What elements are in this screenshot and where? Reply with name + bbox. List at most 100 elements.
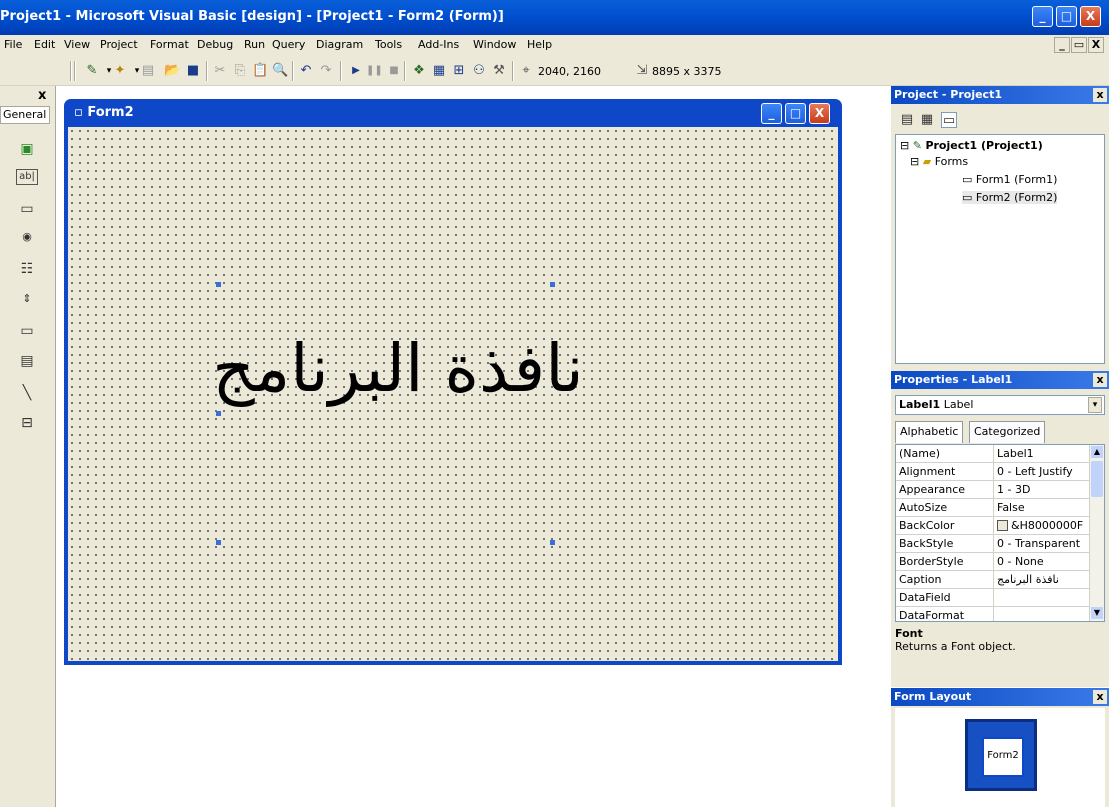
minimize-button[interactable]: _ bbox=[1032, 6, 1053, 27]
listbox-tool-icon[interactable]: ☷ bbox=[16, 258, 38, 280]
textbox-tool-icon[interactable]: ab| bbox=[16, 169, 38, 185]
properties-grid[interactable]: (Name) Label1 Alignment 0 - Left Justify A… bbox=[895, 444, 1105, 622]
properties-scrollbar[interactable]: ▲ ▼ bbox=[1089, 445, 1104, 621]
end-icon[interactable]: ■ bbox=[386, 63, 402, 79]
property-row[interactable]: Caption نافذة البرنامج bbox=[896, 571, 1090, 589]
property-value[interactable]: &H8000000F bbox=[997, 517, 1090, 534]
line-tool-icon[interactable]: ╲ bbox=[16, 382, 38, 404]
object-selector[interactable]: Label1 Label ▾ bbox=[895, 395, 1105, 415]
chevron-down-icon[interactable]: ▾ bbox=[1088, 397, 1102, 413]
redo-icon[interactable]: ↷ bbox=[318, 63, 334, 79]
property-value[interactable]: نافذة البرنامج bbox=[997, 571, 1090, 588]
cut-icon[interactable]: ✂ bbox=[212, 63, 228, 79]
menu-query[interactable]: Query bbox=[272, 38, 305, 51]
property-value[interactable] bbox=[997, 607, 1090, 621]
toolbar-separator bbox=[404, 61, 406, 81]
project-explorer-icon[interactable]: ❖ bbox=[411, 63, 427, 79]
tab-alphabetic[interactable]: Alphabetic bbox=[895, 421, 964, 443]
optionbutton-tool-icon[interactable]: ◉ bbox=[16, 226, 38, 248]
property-value[interactable]: 0 - Transparent bbox=[997, 535, 1090, 552]
object-browser-icon[interactable]: ⚇ bbox=[471, 63, 487, 79]
menu-add-ins[interactable]: Add-Ins bbox=[418, 38, 459, 51]
properties-panel-close-button[interactable]: x bbox=[1093, 373, 1107, 387]
start-icon[interactable]: ▶ bbox=[348, 63, 364, 79]
form2-design-surface[interactable]: نافذة البرنامج bbox=[68, 127, 838, 661]
property-row[interactable]: Appearance 1 - 3D bbox=[896, 481, 1090, 499]
save-project-icon[interactable]: ■ bbox=[185, 63, 201, 79]
menu-diagram[interactable]: Diagram bbox=[316, 38, 363, 51]
property-value[interactable]: 0 - None bbox=[997, 553, 1090, 570]
toolbox-tab-general[interactable]: General bbox=[0, 106, 50, 124]
tree-item-form1[interactable]: ▭ Form1 (Form1) bbox=[962, 173, 1057, 186]
property-row[interactable]: BackColor &H8000000F bbox=[896, 517, 1090, 535]
property-value[interactable]: False bbox=[997, 499, 1090, 516]
menu-file[interactable]: File bbox=[4, 38, 22, 51]
property-row[interactable]: (Name) Label1 bbox=[896, 445, 1090, 463]
form-layout-preview[interactable]: Form2 bbox=[982, 737, 1024, 777]
add-form-icon[interactable]: ✦ bbox=[112, 63, 128, 79]
property-row[interactable]: BorderStyle 0 - None bbox=[896, 553, 1090, 571]
property-row[interactable]: DataFormat bbox=[896, 607, 1090, 621]
form-layout-icon[interactable]: ⊞ bbox=[451, 63, 467, 79]
commandbutton-tool-icon[interactable]: ▭ bbox=[16, 198, 38, 220]
mdi-minimize-button[interactable]: _ bbox=[1054, 37, 1070, 53]
form2-minimize-button[interactable]: _ bbox=[761, 103, 782, 124]
project-panel-close-button[interactable]: x bbox=[1093, 88, 1107, 102]
tree-item-form2[interactable]: ▭ Form2 (Form2) bbox=[962, 191, 1058, 204]
picturebox-tool-icon[interactable]: ▣ bbox=[16, 138, 38, 160]
collapse-icon[interactable]: ⊟ bbox=[910, 155, 919, 168]
vscrollbar-tool-icon[interactable]: ⇕ bbox=[16, 288, 38, 310]
properties-window-icon[interactable]: ▦ bbox=[431, 63, 447, 79]
close-button[interactable]: X bbox=[1080, 6, 1101, 27]
menu-run[interactable]: Run bbox=[244, 38, 265, 51]
tree-root[interactable]: ⊟ ✎ Project1 (Project1) bbox=[900, 139, 1043, 152]
form2-window[interactable]: ▫ Form2 _ □ X نافذة البرنامج bbox=[64, 99, 842, 665]
frame-tool-icon[interactable]: ▭ bbox=[16, 320, 38, 342]
property-row[interactable]: Alignment 0 - Left Justify bbox=[896, 463, 1090, 481]
property-value[interactable]: Label1 bbox=[997, 445, 1090, 462]
scroll-up-icon[interactable]: ▲ bbox=[1091, 446, 1103, 458]
mdi-close-button[interactable]: X bbox=[1088, 37, 1104, 53]
data-tool-icon[interactable]: ▤ bbox=[16, 350, 38, 372]
copy-icon[interactable]: ⎘ bbox=[232, 63, 248, 79]
undo-icon[interactable]: ↶ bbox=[298, 63, 314, 79]
collapse-icon[interactable]: ⊟ bbox=[900, 139, 909, 152]
mdi-restore-button[interactable]: ▭ bbox=[1071, 37, 1087, 53]
toggle-folders-icon[interactable]: ▭ bbox=[941, 112, 957, 128]
find-icon[interactable]: 🔍 bbox=[272, 63, 288, 79]
tab-categorized[interactable]: Categorized bbox=[969, 421, 1046, 443]
toolbox-icon[interactable]: ⚒ bbox=[491, 63, 507, 79]
tree-folder-forms[interactable]: ⊟ ▰ Forms bbox=[910, 155, 968, 168]
add-project-icon[interactable]: ✎ bbox=[84, 63, 100, 79]
menu-window[interactable]: Window bbox=[473, 38, 516, 51]
property-value[interactable]: 0 - Left Justify bbox=[997, 463, 1090, 480]
menu-edit[interactable]: Edit bbox=[34, 38, 55, 51]
form2-maximize-button[interactable]: □ bbox=[785, 103, 806, 124]
view-object-icon[interactable]: ▦ bbox=[919, 112, 935, 128]
menu-help[interactable]: Help bbox=[527, 38, 552, 51]
scroll-thumb[interactable] bbox=[1091, 461, 1103, 497]
property-row[interactable]: BackStyle 0 - Transparent bbox=[896, 535, 1090, 553]
menu-editor-icon[interactable]: ▤ bbox=[140, 63, 156, 79]
label1-control[interactable]: نافذة البرنامج bbox=[212, 284, 583, 544]
property-row[interactable]: AutoSize False bbox=[896, 499, 1090, 517]
menu-tools[interactable]: Tools bbox=[375, 38, 402, 51]
break-icon[interactable]: ❚❚ bbox=[366, 63, 383, 79]
property-value[interactable]: 1 - 3D bbox=[997, 481, 1090, 498]
form-layout-close-button[interactable]: x bbox=[1093, 690, 1107, 704]
property-value[interactable] bbox=[997, 589, 1090, 606]
menu-format[interactable]: Format bbox=[150, 38, 189, 51]
menu-debug[interactable]: Debug bbox=[197, 38, 233, 51]
menu-view[interactable]: View bbox=[64, 38, 90, 51]
menu-project[interactable]: Project bbox=[100, 38, 138, 51]
paste-icon[interactable]: 📋 bbox=[252, 63, 268, 79]
view-code-icon[interactable]: ▤ bbox=[899, 112, 915, 128]
property-row[interactable]: DataField bbox=[896, 589, 1090, 607]
form2-close-button[interactable]: X bbox=[809, 103, 830, 124]
maximize-button[interactable]: □ bbox=[1056, 6, 1077, 27]
toolbox-close-button[interactable]: x bbox=[38, 88, 46, 103]
scroll-down-icon[interactable]: ▼ bbox=[1091, 607, 1103, 619]
olecontainer-tool-icon[interactable]: ⊟ bbox=[16, 412, 38, 434]
project-tree[interactable]: ⊟ ✎ Project1 (Project1) ⊟ ▰ Forms ▭ Form… bbox=[895, 134, 1105, 364]
open-project-icon[interactable]: 📂 bbox=[164, 63, 180, 79]
